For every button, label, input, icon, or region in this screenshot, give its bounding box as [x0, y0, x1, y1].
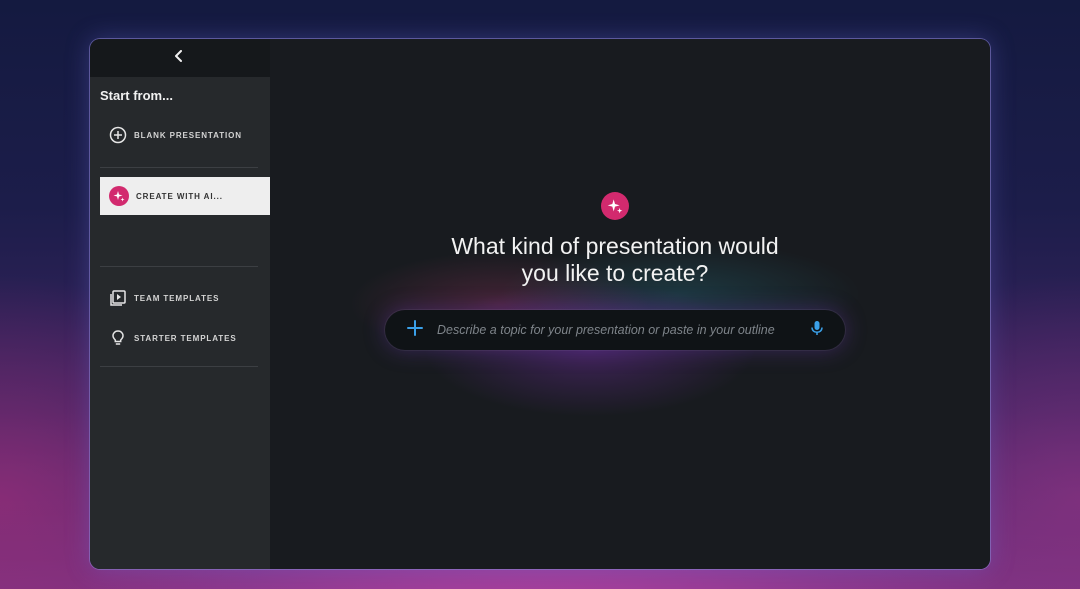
sidebar-item-label: CREATE WITH AI...	[136, 191, 223, 201]
add-attachment-button[interactable]	[405, 319, 425, 341]
sparkle-icon	[601, 192, 629, 220]
page-title-line: What kind of presentation would	[451, 233, 779, 259]
prompt-bar	[385, 310, 845, 350]
plus-circle-icon	[109, 126, 127, 144]
sidebar-divider	[100, 366, 258, 367]
sidebar-item-team-templates[interactable]: TEAM TEMPLATES	[100, 279, 270, 317]
sidebar-item-starter-templates[interactable]: STARTER TEMPLATES	[100, 319, 270, 357]
voice-input-button[interactable]	[807, 320, 827, 340]
sparkle-icon	[109, 186, 129, 206]
chevron-left-icon	[174, 49, 184, 67]
sidebar-header	[90, 39, 270, 77]
sidebar-divider	[100, 167, 258, 168]
sidebar-item-create-with-ai[interactable]: CREATE WITH AI...	[100, 177, 270, 215]
sidebar: Start from... BLANK PRESENTATION CREATE …	[90, 77, 270, 569]
sidebar-item-label: BLANK PRESENTATION	[134, 130, 242, 140]
main-panel: What kind of presentation would you like…	[270, 39, 990, 569]
sidebar-title: Start from...	[100, 88, 173, 103]
sidebar-divider	[100, 266, 258, 267]
collapse-sidebar-button[interactable]	[168, 47, 190, 69]
app-window: Start from... BLANK PRESENTATION CREATE …	[90, 39, 990, 569]
microphone-icon	[810, 320, 824, 341]
sidebar-item-blank-presentation[interactable]: BLANK PRESENTATION	[100, 116, 270, 154]
prompt-input[interactable]	[437, 318, 797, 342]
sidebar-item-label: STARTER TEMPLATES	[134, 333, 237, 343]
play-library-icon	[109, 289, 127, 307]
plus-icon	[407, 319, 423, 341]
sidebar-item-label: TEAM TEMPLATES	[134, 293, 220, 303]
lightbulb-icon	[109, 329, 127, 347]
page-title-line: you like to create?	[521, 260, 709, 286]
page-title: What kind of presentation would you like…	[390, 233, 840, 287]
